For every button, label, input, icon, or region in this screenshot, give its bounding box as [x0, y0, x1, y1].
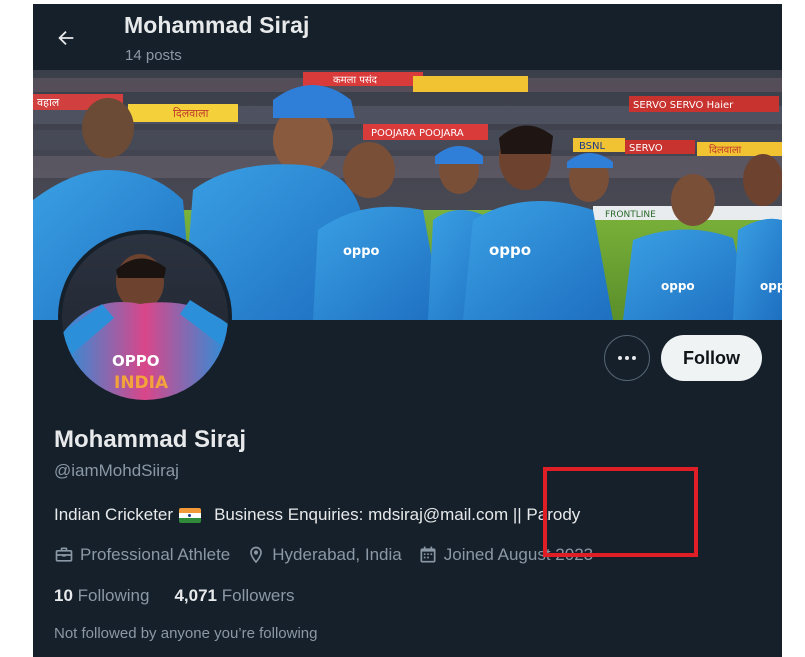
back-arrow-icon: [58, 30, 74, 46]
profile-location: Hyderabad, India: [246, 545, 402, 565]
profile-joined: Joined August 2023: [418, 545, 593, 565]
profile-stats: 10 Following 4,071 Followers: [54, 586, 320, 606]
back-button[interactable]: [49, 21, 83, 55]
bio-text-end: Business Enquiries: mdsiraj@mail.com || …: [214, 505, 581, 524]
profile-avatar[interactable]: OPPO INDIA: [58, 230, 232, 404]
banner-sign-text: POOJARA POOJARA: [371, 128, 464, 139]
page-margin-left: [0, 0, 33, 657]
banner-sign-text: SERVO: [629, 143, 663, 154]
banner-sign-text: FRONTLINE: [605, 210, 656, 220]
profile-handle: @iamMohdSiiraj: [54, 461, 179, 480]
avatar-photo: OPPO INDIA: [62, 234, 228, 400]
jersey-text: oppo: [489, 241, 531, 259]
page-margin-right: [782, 0, 805, 657]
banner-sign-text: BSNL: [579, 141, 606, 152]
header-posts-count: 14 posts: [125, 47, 182, 64]
bio-text-start: Indian Cricketer: [54, 505, 174, 524]
followers-count: 4,071: [174, 586, 218, 605]
avatar-jersey-brand: OPPO: [112, 352, 160, 370]
followers-label: Followers: [221, 586, 295, 605]
follow-button[interactable]: Follow: [661, 335, 762, 381]
mutual-followers-note: Not followed by anyone you’re following: [54, 625, 318, 642]
jersey-text: oppo: [661, 279, 695, 293]
following-link[interactable]: 10 Following: [54, 586, 149, 606]
briefcase-icon: [55, 547, 73, 562]
profile-category: Professional Athlete: [54, 545, 230, 565]
more-dots-icon: [618, 356, 622, 360]
profile-bio: Indian Cricketer Business Enquiries: mds…: [54, 505, 580, 525]
following-count: 10: [54, 586, 73, 605]
avatar-jersey-country: INDIA: [114, 373, 169, 393]
india-flag-icon: [179, 507, 202, 523]
header-title: Mohammad Siraj: [124, 12, 310, 38]
banner-sign-text: SERVO SERVO Haier: [633, 100, 734, 111]
calendar-icon: [420, 546, 436, 563]
location-pin-icon: [250, 546, 263, 564]
profile-meta: Professional Athlete Hyderabad, India Jo…: [54, 545, 609, 565]
banner-sign-text: कमला पसंद: [333, 74, 378, 86]
profile-header-bar: Mohammad Siraj 14 posts: [33, 4, 782, 70]
following-label: Following: [77, 586, 150, 605]
followers-link[interactable]: 4,071 Followers: [174, 586, 294, 606]
profile-panel: Mohammad Siraj 14 posts कमला पसंद वहाल द…: [33, 4, 782, 657]
jersey-text: oppo: [343, 244, 380, 259]
joined-text: Joined August 2023: [443, 545, 594, 564]
location-text: Hyderabad, India: [272, 545, 402, 564]
category-text: Professional Athlete: [80, 545, 231, 564]
banner-sign-text: दिलवाला: [709, 144, 742, 156]
banner-sign-text: दिलवाला: [173, 107, 209, 120]
more-options-button[interactable]: [604, 335, 650, 381]
profile-display-name: Mohammad Siraj: [54, 426, 247, 453]
jersey-text: oppo: [760, 279, 782, 293]
banner-sign-text: वहाल: [37, 96, 60, 109]
